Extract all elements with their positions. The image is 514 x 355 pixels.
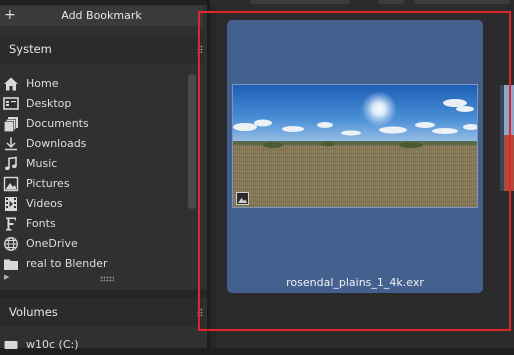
downloads-icon — [5, 137, 17, 151]
volumes-panel-title: Volumes — [9, 305, 58, 319]
onedrive-globe-icon — [4, 237, 18, 251]
system-panel-title: System — [9, 42, 52, 56]
panel-drag-grip[interactable] — [197, 45, 203, 53]
home-icon — [4, 77, 18, 91]
sidebar-item-label: Music — [26, 157, 58, 170]
hdri-preview-image — [232, 84, 478, 208]
add-bookmark-button[interactable]: + Add Bookmark — [0, 6, 203, 26]
system-bookmarks-list: Home Desktop Documents Downloads Music P… — [0, 74, 190, 274]
documents-icon — [4, 117, 18, 132]
sidebar-item-documents[interactable]: Documents — [0, 114, 190, 134]
toolbar-button[interactable] — [378, 0, 404, 4]
next-thumbnail-partial[interactable] — [500, 85, 514, 191]
sidebar-item-drive-c[interactable]: w10c (C:) — [0, 335, 190, 355]
desktop-icon — [3, 97, 19, 110]
sidebar-item-label: w10c (C:) — [26, 338, 79, 351]
system-panel-header[interactable]: System — [0, 35, 203, 63]
sidebar-item-real-to-blender[interactable]: real to Blender — [0, 254, 190, 274]
sidebar-item-downloads[interactable]: Downloads — [0, 134, 190, 154]
sidebar-item-label: real to Blender — [26, 257, 108, 270]
music-icon — [5, 156, 17, 171]
file-thumbnail-selected[interactable]: rosendal_plains_1_4k.exr — [227, 20, 483, 293]
sidebar-item-label: Pictures — [26, 177, 70, 190]
folder-icon — [4, 259, 18, 270]
sidebar-item-onedrive[interactable]: OneDrive — [0, 234, 190, 254]
panel-divider — [0, 290, 207, 298]
thumbnail-filename: rosendal_plains_1_4k.exr — [286, 276, 424, 289]
toolbar-search-field[interactable] — [414, 0, 510, 4]
sidebar-item-desktop[interactable]: Desktop — [0, 94, 190, 114]
sidebar-top-strip — [0, 0, 207, 5]
sidebar-item-videos[interactable]: Videos — [0, 194, 190, 214]
sidebar-item-label: Downloads — [26, 137, 87, 150]
sidebar-item-label: Home — [26, 77, 59, 90]
image-file-type-icon — [236, 192, 249, 205]
panel-drag-grip[interactable] — [197, 308, 203, 316]
pictures-icon — [3, 176, 19, 192]
sidebar-item-label: Fonts — [26, 217, 56, 230]
fonts-icon — [6, 217, 16, 231]
partial-preview-image — [500, 85, 514, 191]
toolbar-button-group[interactable] — [250, 0, 350, 4]
sidebar-item-music[interactable]: Music — [0, 154, 190, 174]
sidebar-item-label: OneDrive — [26, 237, 78, 250]
sidebar-item-label: Videos — [26, 197, 63, 210]
sidebar-item-home[interactable]: Home — [0, 74, 190, 94]
sidebar-item-pictures[interactable]: Pictures — [0, 174, 190, 194]
sidebar-item-fonts[interactable]: Fonts — [0, 214, 190, 234]
panel-resize-handle[interactable] — [100, 276, 114, 282]
panorama-landscape-image — [233, 85, 477, 207]
sidebar-item-label: Documents — [26, 117, 89, 130]
system-list-scrollbar[interactable] — [188, 74, 196, 209]
drive-icon — [4, 341, 18, 349]
expand-triangle-icon[interactable]: ▶ — [4, 273, 9, 281]
add-bookmark-label: Add Bookmark — [61, 9, 142, 22]
sidebar-item-label: Desktop — [26, 97, 72, 110]
volumes-panel-header[interactable]: Volumes — [0, 298, 203, 326]
toolbar-buttons — [250, 0, 510, 4]
file-browser-sidebar: + Add Bookmark System Home Desktop Docum… — [0, 0, 207, 351]
videos-icon — [5, 197, 17, 211]
main-scrollbar-track[interactable] — [210, 6, 216, 348]
file-browser-main-area: rosendal_plains_1_4k.exr — [210, 0, 514, 348]
volumes-list: w10c (C:) — [0, 335, 190, 355]
